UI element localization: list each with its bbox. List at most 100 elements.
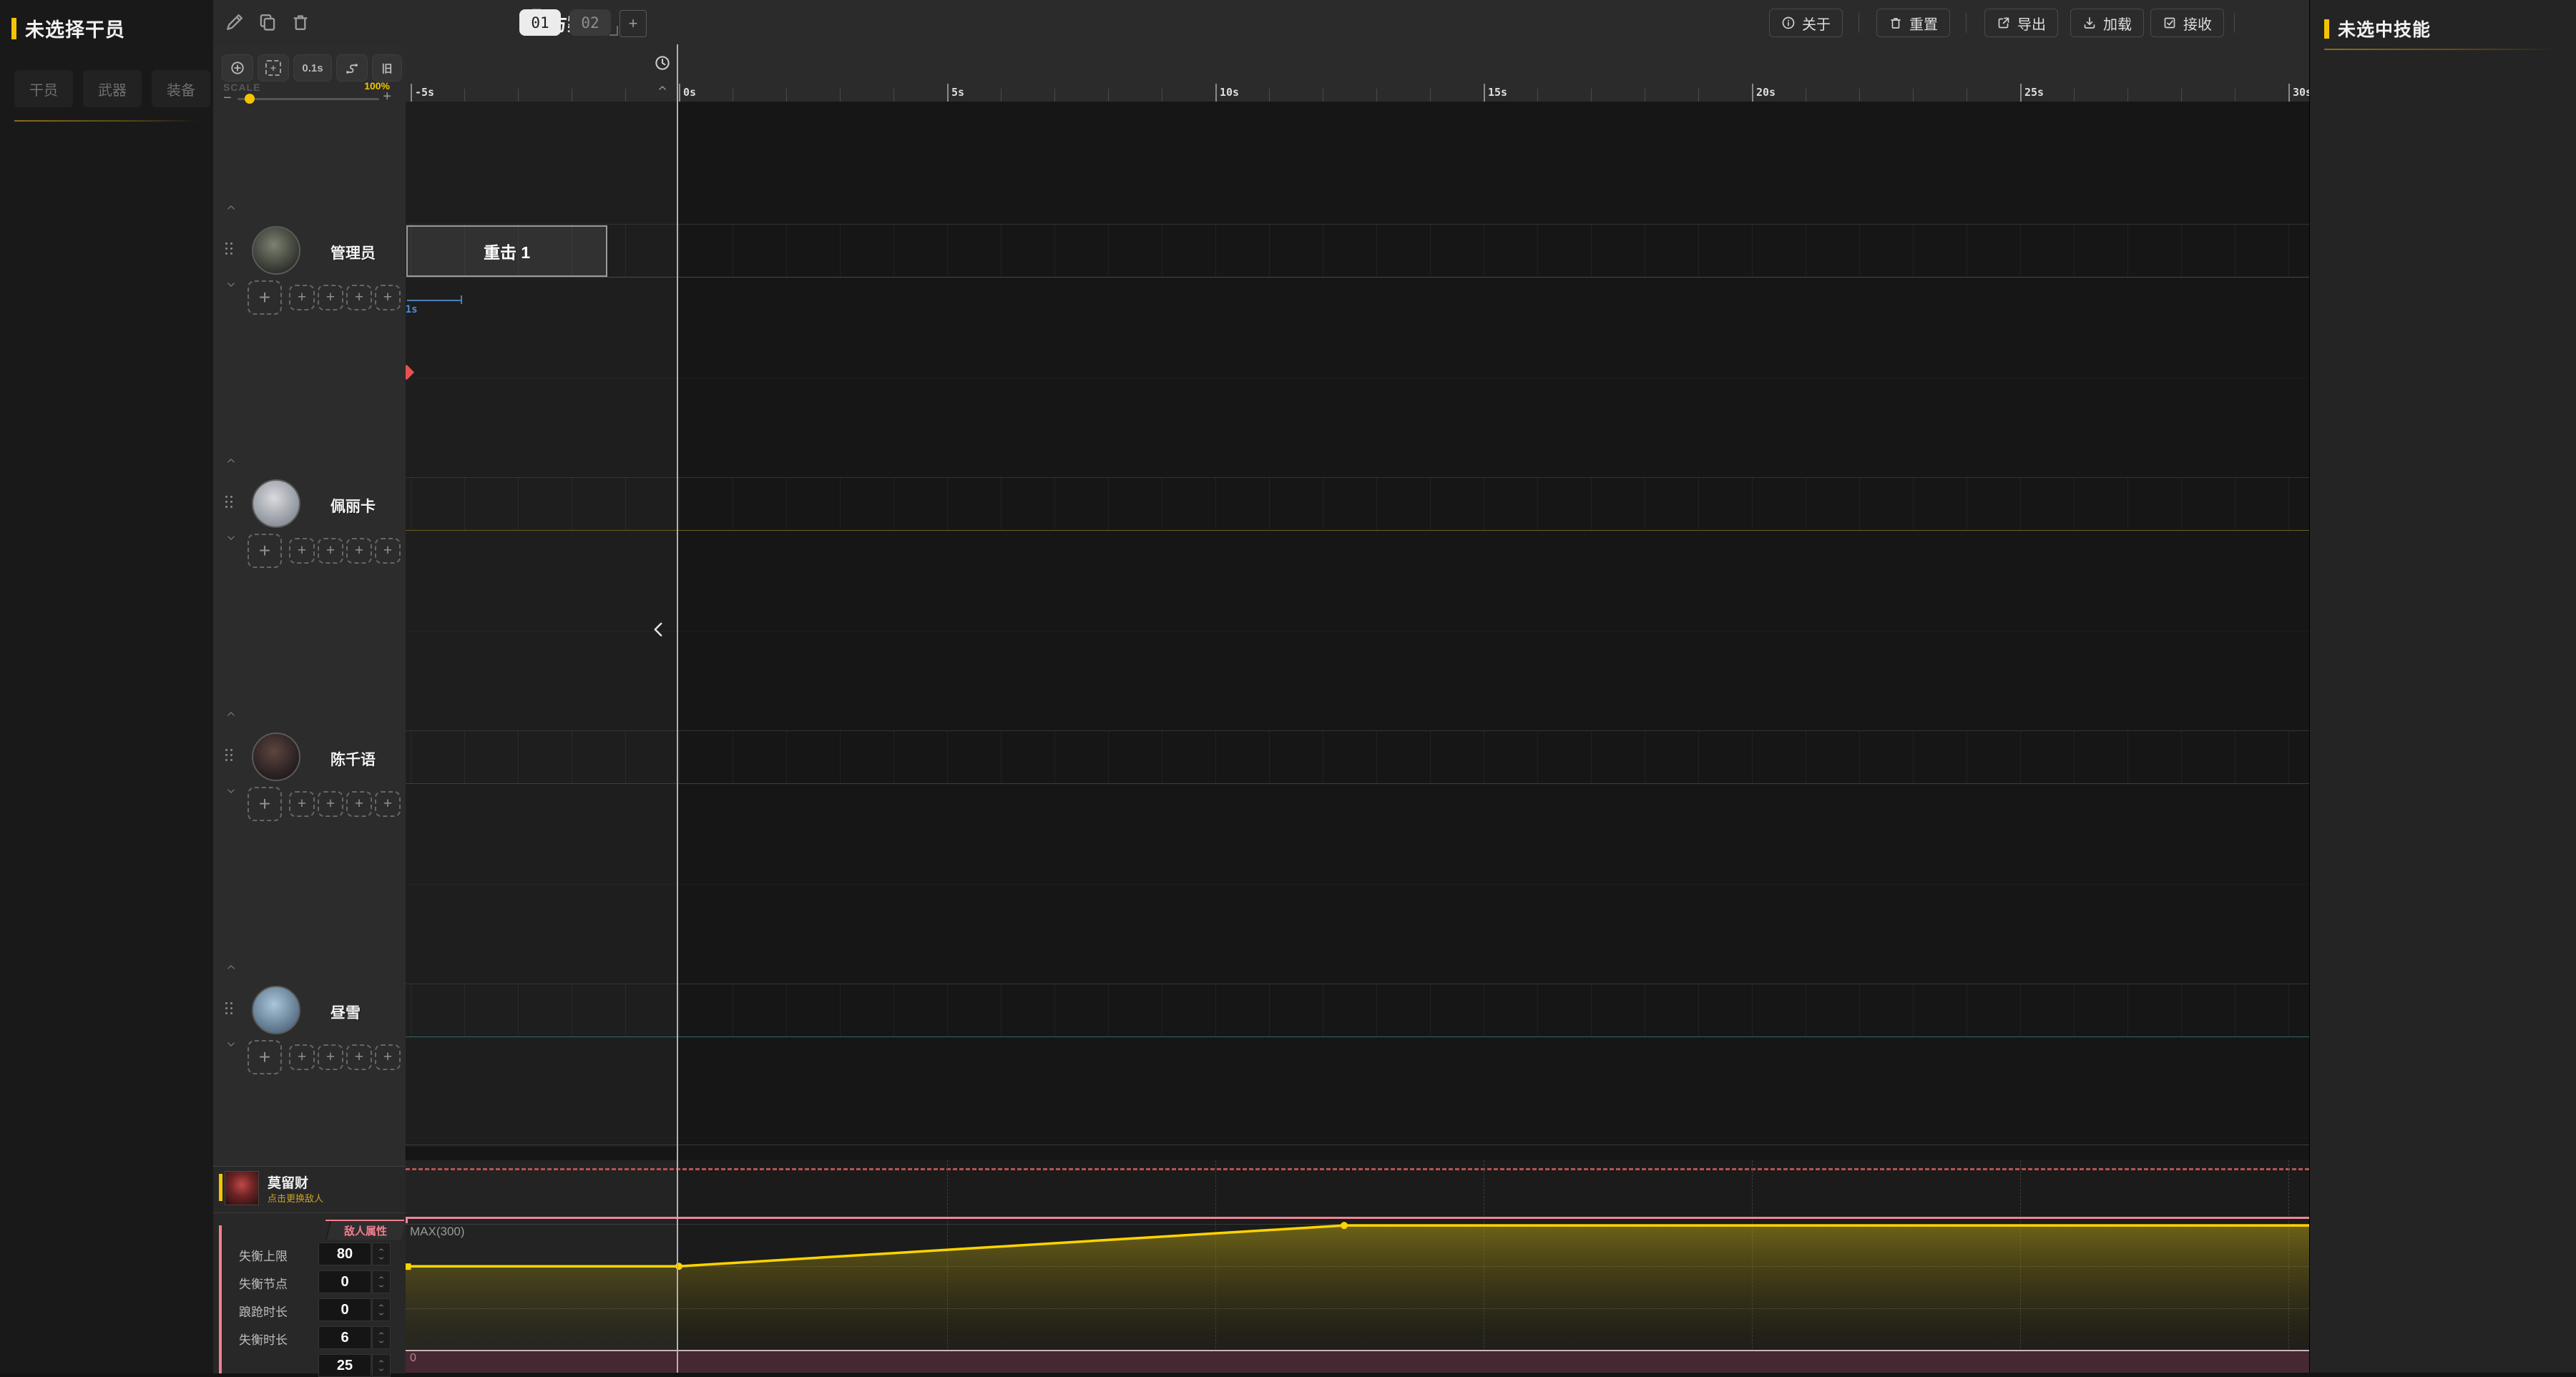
add-skill-button[interactable]: + [318,538,343,564]
zoom-in-button[interactable]: + [383,89,391,105]
stepper-buttons[interactable] [372,1354,391,1377]
avatar[interactable] [252,732,300,781]
left-panel-title: 未选择干员 [25,14,125,42]
operator-list-panel: +0.1s旧 SCALE 100% − + 管理员+++++佩丽卡+++++陈千… [213,44,406,1166]
plan-tab-01[interactable]: 01 [519,9,561,36]
add-skill-button[interactable]: + [346,791,372,817]
stepper-buttons[interactable] [372,1243,391,1265]
grid-line [2074,224,2075,277]
avatar[interactable] [252,479,300,528]
chevron-up-icon[interactable] [376,1302,387,1309]
collapse-up-icon[interactable] [225,202,237,212]
stepper-buttons[interactable] [372,1298,391,1321]
chevron-down-icon[interactable] [376,1310,387,1318]
chevron-down-icon[interactable] [376,1338,387,1346]
add-skill-button[interactable]: + [318,285,343,310]
add-plan-button[interactable]: + [619,10,647,37]
enemy-avatar[interactable] [225,1171,259,1205]
add-skill-button[interactable]: + [375,285,401,310]
timeline-content[interactable]: 重击 1 1s [406,102,2309,1147]
add-skill-button[interactable]: + [289,1044,315,1070]
plan-duplicate-plan-button[interactable] [258,12,278,32]
enemy-field-label: 失衡时长 [239,1330,288,1348]
enemy-panel: 莫留财 点击更换敌人 敌人属性 失衡上限80失衡节点0踉跄时长0失衡时长625 [213,1166,406,1373]
collapse-up-icon[interactable] [225,709,237,719]
chevron-up-icon[interactable] [376,1330,387,1337]
collapse-up-icon[interactable] [225,456,237,466]
enemy-field-input[interactable]: 0 [318,1270,371,1293]
chevron-down-icon[interactable] [376,1283,387,1290]
chevron-up-icon[interactable] [376,1274,387,1281]
add-skill-button[interactable]: + [289,285,315,310]
add-skill-button[interactable]: + [346,538,372,564]
add-skill-button[interactable]: + [248,534,282,568]
timeline-ruler[interactable]: -5s0s5s10s15s20s25s30s [406,44,2309,102]
grid-line [947,730,948,783]
playhead-line[interactable] [677,44,678,1373]
chevron-up-icon[interactable] [655,83,670,93]
collapse-down-icon[interactable] [225,786,237,796]
divider [213,1212,406,1213]
drag-handle-icon[interactable] [225,1002,233,1018]
skill-block[interactable]: 重击 1 [406,225,607,277]
drag-handle-icon[interactable] [225,242,233,258]
ruler-tick [1752,84,1753,102]
add-skill-button[interactable]: + [375,791,401,817]
add-skill-button[interactable]: + [248,787,282,821]
grid-line [2020,730,2021,783]
action-关于[interactable]: 关于 [1769,9,1843,37]
collapse-down-icon[interactable] [225,1039,237,1049]
avatar[interactable] [252,226,300,275]
add-skill-button[interactable]: + [346,285,372,310]
add-skill-button[interactable]: + [318,1044,343,1070]
enemy-field-input[interactable]: 6 [318,1326,371,1349]
grid-line [1859,224,1860,277]
add-skill-button[interactable]: + [248,1040,282,1074]
plan-delete-plan-button[interactable] [290,12,310,32]
add-skill-button[interactable]: + [346,1044,372,1070]
chevron-up-icon[interactable] [376,1246,387,1253]
collapse-down-icon[interactable] [225,533,237,543]
toolbar-route-mode-button[interactable] [336,54,368,82]
action-重置[interactable]: 重置 [1876,9,1950,37]
toolbar-add-block-button[interactable]: + [258,54,289,82]
zoom-out-button[interactable]: − [223,90,232,107]
add-skill-button[interactable]: + [375,1044,401,1070]
action-接收[interactable]: 接收 [2150,9,2224,37]
top-bar: 方案 1 0102 + 关于重置导出加载接收 登录 [213,0,2309,45]
chevron-down-icon[interactable] [376,1255,387,1262]
scale-slider-track[interactable] [237,98,379,100]
add-skill-button[interactable]: + [289,791,315,817]
add-skill-button[interactable]: + [318,791,343,817]
plan-tab-02[interactable]: 02 [569,9,611,36]
toolbar-step-0-1s-button[interactable]: 0.1s [293,54,332,82]
add-skill-button[interactable]: + [289,538,315,564]
enemy-change-hint[interactable]: 点击更换敌人 [268,1191,323,1205]
tab-干员[interactable]: 干员 [14,70,73,107]
plan-edit-plan-button[interactable] [225,12,245,32]
collapse-up-icon[interactable] [225,962,237,972]
tab-武器[interactable]: 武器 [83,70,142,107]
ruler-tick [840,89,841,102]
action-加载[interactable]: 加载 [2070,9,2144,37]
toolbar-legacy-mode-button[interactable]: 旧 [372,54,402,82]
add-skill-button[interactable]: + [375,538,401,564]
tab-装备[interactable]: 装备 [152,70,210,107]
drag-handle-icon[interactable] [225,749,233,765]
scale-slider-thumb[interactable] [245,94,255,104]
chevron-up-icon[interactable] [376,1358,387,1365]
chevron-left-icon[interactable] [648,619,668,640]
action-导出[interactable]: 导出 [1984,9,2058,37]
add-skill-button[interactable]: + [248,280,282,315]
drag-handle-icon[interactable] [225,496,233,511]
enemy-field-input[interactable]: 25 [318,1354,371,1377]
grid-line [1430,224,1431,277]
stepper-buttons[interactable] [372,1270,391,1293]
toolbar-add-track-button[interactable] [222,54,253,82]
enemy-field-input[interactable]: 80 [318,1243,371,1265]
avatar[interactable] [252,986,300,1034]
clock-icon[interactable] [654,54,671,72]
enemy-field-input[interactable]: 0 [318,1298,371,1321]
collapse-down-icon[interactable] [225,280,237,290]
stepper-buttons[interactable] [372,1326,391,1349]
